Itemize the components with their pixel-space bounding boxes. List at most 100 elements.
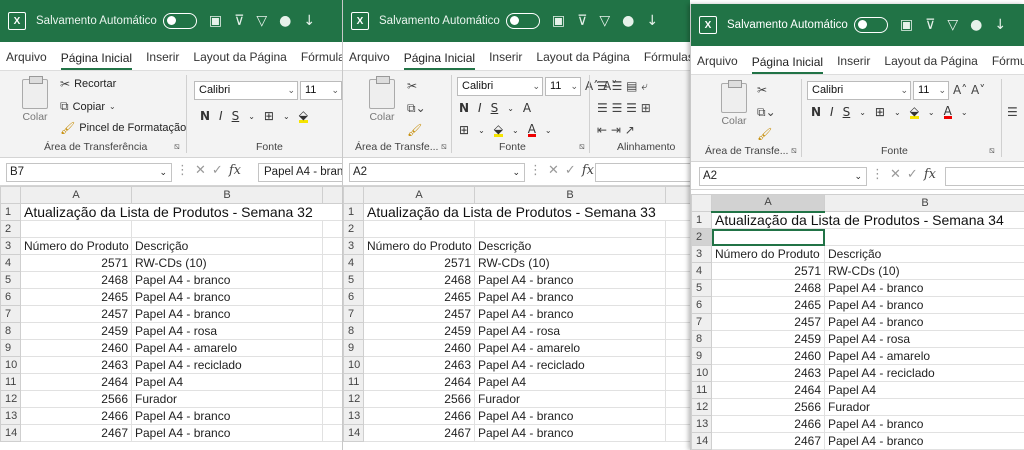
row-header[interactable]: 1	[691, 211, 712, 229]
product-number-cell[interactable]: 2459	[711, 330, 825, 348]
copy-icon[interactable]: ⧉⌄	[757, 105, 776, 120]
save-icon[interactable]: ▣	[552, 13, 565, 29]
tab-formulas[interactable]: Fórmulas	[992, 54, 1024, 74]
row-header[interactable]: 10	[343, 356, 364, 374]
product-number-cell[interactable]: 2467	[711, 432, 825, 450]
row-header[interactable]: 2	[0, 220, 21, 238]
description-cell[interactable]: Papel A4 - branco	[131, 288, 323, 306]
column-header-c[interactable]	[665, 186, 690, 204]
tab-inserir[interactable]: Inserir	[146, 50, 179, 70]
empty-cell[interactable]	[665, 220, 690, 238]
product-number-cell[interactable]: 2464	[20, 373, 132, 391]
empty-cell[interactable]	[322, 305, 342, 323]
header-cell-product-number[interactable]: Número do Produto	[20, 237, 132, 255]
cancel-icon[interactable]: ✕	[548, 163, 559, 178]
tab-layout-da-pagina[interactable]: Layout da Página	[193, 50, 286, 70]
empty-cell[interactable]	[322, 271, 342, 289]
tab-arquivo[interactable]: Arquivo	[697, 54, 738, 74]
underline-icon[interactable]: S	[843, 105, 851, 119]
product-number-cell[interactable]: 2457	[20, 305, 132, 323]
empty-cell[interactable]	[322, 339, 342, 357]
row-header[interactable]: 2	[343, 220, 364, 238]
row-header[interactable]: 7	[691, 313, 712, 331]
bold-icon[interactable]: N	[459, 101, 469, 115]
chevron-down-icon[interactable]: ⌄	[894, 108, 901, 117]
tab-pagina-inicial[interactable]: Página Inicial	[403, 51, 476, 70]
row-header[interactable]: 14	[691, 432, 712, 450]
description-cell[interactable]: Papel A4 - rosa	[824, 330, 1024, 348]
description-cell[interactable]: Papel A4 - branco	[474, 407, 666, 425]
row-header[interactable]: 3	[0, 237, 21, 255]
cancel-icon[interactable]: ✕	[195, 163, 206, 178]
empty-cell[interactable]	[665, 373, 690, 391]
enter-check-icon[interactable]: ✓	[907, 167, 918, 182]
row-header[interactable]: 11	[0, 373, 21, 391]
header-cell-product-number[interactable]: Número do Produto	[363, 237, 475, 255]
font-name-select[interactable]: Calibri ⌄	[457, 77, 543, 96]
row-header[interactable]: 14	[343, 424, 364, 442]
tab-pagina-inicial[interactable]: Página Inicial	[751, 55, 824, 74]
font-color-icon[interactable]: A	[527, 123, 536, 137]
row-header[interactable]: 7	[0, 305, 21, 323]
paste-button[interactable]: Colar	[365, 76, 399, 123]
row-header[interactable]: 8	[0, 322, 21, 340]
name-box[interactable]: A2 ⌄	[349, 163, 525, 182]
description-cell[interactable]: Papel A4 - branco	[824, 432, 1024, 450]
description-cell[interactable]: Papel A4 - branco	[131, 407, 323, 425]
underline-icon[interactable]: S	[232, 109, 240, 123]
chevron-down-icon[interactable]: ⌄	[928, 108, 935, 117]
header-cell-description[interactable]: Descrição	[474, 237, 666, 255]
font-size-select[interactable]: 11 ⌄	[913, 81, 949, 100]
description-cell[interactable]	[824, 228, 1024, 246]
empty-cell[interactable]	[665, 271, 690, 289]
product-number-cell[interactable]: 2467	[363, 424, 475, 442]
product-number-cell[interactable]: 2459	[20, 322, 132, 340]
borders-icon[interactable]: ⊞	[875, 105, 885, 119]
empty-cell[interactable]	[665, 356, 690, 374]
description-cell[interactable]: Papel A4	[824, 381, 1024, 399]
product-number-cell[interactable]: 2468	[20, 271, 132, 289]
column-header-a[interactable]: A	[20, 186, 132, 204]
filter-clear-icon[interactable]: ⊽	[925, 17, 935, 33]
empty-cell[interactable]	[665, 305, 690, 323]
font-size-select[interactable]: 11 ⌄	[300, 81, 342, 100]
empty-cell[interactable]	[322, 407, 342, 425]
description-cell[interactable]: Papel A4 - branco	[474, 288, 666, 306]
copy-icon[interactable]: ⧉⌄	[407, 101, 426, 116]
font-name-select[interactable]: Calibri ⌄	[194, 81, 298, 100]
description-cell[interactable]: Papel A4 - branco	[824, 279, 1024, 297]
product-number-cell[interactable]: 2457	[711, 313, 825, 331]
fill-color-icon[interactable]: ⬙	[298, 109, 308, 123]
product-number-cell[interactable]: 2571	[711, 262, 825, 280]
description-cell[interactable]: Papel A4 - branco	[131, 424, 323, 442]
tab-arquivo[interactable]: Arquivo	[6, 50, 47, 70]
product-number-cell[interactable]: 2466	[363, 407, 475, 425]
product-number-cell[interactable]: 2460	[363, 339, 475, 357]
chevron-down-icon[interactable]: ⌄	[512, 126, 519, 135]
description-cell[interactable]	[131, 220, 323, 238]
format-painter-button[interactable]: 🖌 Pincel de Formatação	[60, 121, 186, 135]
description-cell[interactable]: Papel A4	[474, 373, 666, 391]
tab-formulas[interactable]: Fórmulas	[644, 50, 690, 70]
empty-cell[interactable]	[665, 424, 690, 442]
chevron-down-icon[interactable]: ⌄	[248, 112, 255, 121]
empty-cell[interactable]	[665, 339, 690, 357]
empty-cell[interactable]	[322, 390, 342, 408]
scissors-icon[interactable]: ✂	[407, 79, 417, 93]
chevron-down-icon[interactable]: ⌄	[478, 126, 485, 135]
row-header[interactable]: 10	[691, 364, 712, 382]
empty-cell[interactable]	[322, 373, 342, 391]
description-cell[interactable]: Papel A4 - branco	[824, 313, 1024, 331]
product-number-cell[interactable]: 2463	[20, 356, 132, 374]
description-cell[interactable]: Papel A4 - reciclado	[824, 364, 1024, 382]
tab-arquivo[interactable]: Arquivo	[349, 50, 390, 70]
font-grow-icon[interactable]: A˄ A˅	[953, 83, 985, 97]
product-number-cell[interactable]: 2571	[363, 254, 475, 272]
description-cell[interactable]	[474, 220, 666, 238]
filter-clear-icon[interactable]: ⊽	[234, 13, 244, 29]
column-header-a[interactable]: A	[711, 194, 825, 213]
row-header[interactable]: 11	[691, 381, 712, 399]
dialog-launcher-icon[interactable]: ⧅	[791, 145, 797, 156]
tab-layout-da-pagina[interactable]: Layout da Página	[884, 54, 977, 74]
bold-icon[interactable]: N	[811, 105, 821, 119]
